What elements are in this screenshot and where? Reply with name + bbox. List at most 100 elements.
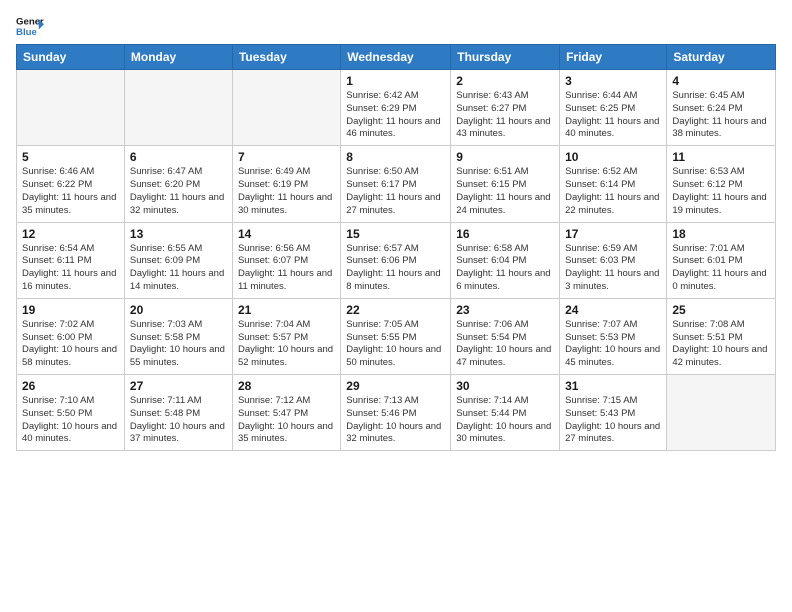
calendar-cell: 19 Sunrise: 7:02 AM Sunset: 6:00 PM Dayli… <box>17 298 125 374</box>
weekday-header-thursday: Thursday <box>451 45 560 70</box>
day-number: 30 <box>456 379 554 393</box>
calendar-cell <box>232 70 340 146</box>
day-number: 11 <box>672 150 770 164</box>
day-info: Sunrise: 6:54 AM Sunset: 6:11 PM Dayligh… <box>22 243 119 294</box>
calendar-cell: 21 Sunrise: 7:04 AM Sunset: 5:57 PM Dayli… <box>232 298 340 374</box>
calendar-cell: 4Sunrise: 6:45 AM Sunset: 6:24 PM Daylig… <box>667 70 776 146</box>
calendar-cell: 28 Sunrise: 7:12 AM Sunset: 5:47 PM Dayli… <box>232 375 340 451</box>
calendar-week-row: 1Sunrise: 6:42 AM Sunset: 6:29 PM Daylig… <box>17 70 776 146</box>
calendar-week-row: 5 Sunrise: 6:46 AM Sunset: 6:22 PM Daylig… <box>17 146 776 222</box>
day-number: 29 <box>346 379 445 393</box>
calendar-cell: 16 Sunrise: 6:58 AM Sunset: 6:04 PM Dayli… <box>451 222 560 298</box>
weekday-header-wednesday: Wednesday <box>341 45 451 70</box>
day-number: 16 <box>456 227 554 241</box>
day-info: Sunrise: 7:10 AM Sunset: 5:50 PM Dayligh… <box>22 395 119 446</box>
calendar-cell: 26 Sunrise: 7:10 AM Sunset: 5:50 PM Dayli… <box>17 375 125 451</box>
day-info: Sunrise: 6:47 AM Sunset: 6:20 PM Dayligh… <box>130 166 227 217</box>
day-number: 19 <box>22 303 119 317</box>
day-info: Sunrise: 7:01 AM Sunset: 6:01 PM Dayligh… <box>672 243 770 294</box>
day-info: Sunrise: 7:04 AM Sunset: 5:57 PM Dayligh… <box>238 319 335 370</box>
day-info: Sunrise: 7:15 AM Sunset: 5:43 PM Dayligh… <box>565 395 661 446</box>
calendar-cell: 29 Sunrise: 7:13 AM Sunset: 5:46 PM Dayli… <box>341 375 451 451</box>
day-info: Sunrise: 6:49 AM Sunset: 6:19 PM Dayligh… <box>238 166 335 217</box>
day-number: 22 <box>346 303 445 317</box>
calendar-cell: 30 Sunrise: 7:14 AM Sunset: 5:44 PM Dayli… <box>451 375 560 451</box>
day-number: 4 <box>672 74 770 88</box>
weekday-header-row: SundayMondayTuesdayWednesdayThursdayFrid… <box>17 45 776 70</box>
calendar-cell: 12 Sunrise: 6:54 AM Sunset: 6:11 PM Dayli… <box>17 222 125 298</box>
calendar-cell: 24 Sunrise: 7:07 AM Sunset: 5:53 PM Dayli… <box>560 298 667 374</box>
day-number: 28 <box>238 379 335 393</box>
calendar-cell: 13Sunrise: 6:55 AM Sunset: 6:09 PM Dayli… <box>124 222 232 298</box>
day-info: Sunrise: 7:14 AM Sunset: 5:44 PM Dayligh… <box>456 395 554 446</box>
calendar-cell: 23 Sunrise: 7:06 AM Sunset: 5:54 PM Dayli… <box>451 298 560 374</box>
day-info: Sunrise: 7:03 AM Sunset: 5:58 PM Dayligh… <box>130 319 227 370</box>
day-number: 5 <box>22 150 119 164</box>
day-number: 2 <box>456 74 554 88</box>
day-number: 13 <box>130 227 227 241</box>
day-number: 21 <box>238 303 335 317</box>
page-container: General Blue SundayMondayTuesdayWednesda… <box>0 0 792 459</box>
calendar-cell: 8 Sunrise: 6:50 AM Sunset: 6:17 PM Daylig… <box>341 146 451 222</box>
day-number: 6 <box>130 150 227 164</box>
calendar-week-row: 26 Sunrise: 7:10 AM Sunset: 5:50 PM Dayli… <box>17 375 776 451</box>
calendar-cell <box>667 375 776 451</box>
day-number: 25 <box>672 303 770 317</box>
day-info: Sunrise: 6:46 AM Sunset: 6:22 PM Dayligh… <box>22 166 119 217</box>
calendar-table: SundayMondayTuesdayWednesdayThursdayFrid… <box>16 44 776 451</box>
day-number: 8 <box>346 150 445 164</box>
day-info: Sunrise: 6:50 AM Sunset: 6:17 PM Dayligh… <box>346 166 445 217</box>
day-info: Sunrise: 6:52 AM Sunset: 6:14 PM Dayligh… <box>565 166 661 217</box>
day-info: Sunrise: 6:58 AM Sunset: 6:04 PM Dayligh… <box>456 243 554 294</box>
day-info: Sunrise: 7:07 AM Sunset: 5:53 PM Dayligh… <box>565 319 661 370</box>
calendar-week-row: 12 Sunrise: 6:54 AM Sunset: 6:11 PM Dayli… <box>17 222 776 298</box>
day-number: 9 <box>456 150 554 164</box>
day-info: Sunrise: 6:42 AM Sunset: 6:29 PM Dayligh… <box>346 90 445 141</box>
day-info: Sunrise: 6:56 AM Sunset: 6:07 PM Dayligh… <box>238 243 335 294</box>
calendar-cell: 2 Sunrise: 6:43 AM Sunset: 6:27 PM Daylig… <box>451 70 560 146</box>
day-number: 18 <box>672 227 770 241</box>
day-number: 20 <box>130 303 227 317</box>
day-number: 15 <box>346 227 445 241</box>
logo: General Blue <box>16 12 44 40</box>
calendar-cell: 5 Sunrise: 6:46 AM Sunset: 6:22 PM Daylig… <box>17 146 125 222</box>
day-number: 26 <box>22 379 119 393</box>
calendar-cell: 22 Sunrise: 7:05 AM Sunset: 5:55 PM Dayli… <box>341 298 451 374</box>
calendar-cell: 7Sunrise: 6:49 AM Sunset: 6:19 PM Daylig… <box>232 146 340 222</box>
calendar-cell: 6 Sunrise: 6:47 AM Sunset: 6:20 PM Daylig… <box>124 146 232 222</box>
weekday-header-monday: Monday <box>124 45 232 70</box>
day-info: Sunrise: 7:02 AM Sunset: 6:00 PM Dayligh… <box>22 319 119 370</box>
svg-text:Blue: Blue <box>16 27 37 38</box>
header: General Blue <box>16 12 776 40</box>
day-number: 24 <box>565 303 661 317</box>
day-info: Sunrise: 6:43 AM Sunset: 6:27 PM Dayligh… <box>456 90 554 141</box>
day-number: 31 <box>565 379 661 393</box>
day-number: 14 <box>238 227 335 241</box>
day-info: Sunrise: 7:13 AM Sunset: 5:46 PM Dayligh… <box>346 395 445 446</box>
day-number: 10 <box>565 150 661 164</box>
calendar-cell: 3Sunrise: 6:44 AM Sunset: 6:25 PM Daylig… <box>560 70 667 146</box>
day-info: Sunrise: 7:11 AM Sunset: 5:48 PM Dayligh… <box>130 395 227 446</box>
day-number: 3 <box>565 74 661 88</box>
weekday-header-sunday: Sunday <box>17 45 125 70</box>
day-info: Sunrise: 7:05 AM Sunset: 5:55 PM Dayligh… <box>346 319 445 370</box>
day-info: Sunrise: 6:57 AM Sunset: 6:06 PM Dayligh… <box>346 243 445 294</box>
day-info: Sunrise: 6:51 AM Sunset: 6:15 PM Dayligh… <box>456 166 554 217</box>
calendar-week-row: 19 Sunrise: 7:02 AM Sunset: 6:00 PM Dayli… <box>17 298 776 374</box>
day-number: 12 <box>22 227 119 241</box>
day-info: Sunrise: 7:06 AM Sunset: 5:54 PM Dayligh… <box>456 319 554 370</box>
calendar-cell: 25Sunrise: 7:08 AM Sunset: 5:51 PM Dayli… <box>667 298 776 374</box>
calendar-cell: 10 Sunrise: 6:52 AM Sunset: 6:14 PM Dayli… <box>560 146 667 222</box>
day-info: Sunrise: 7:12 AM Sunset: 5:47 PM Dayligh… <box>238 395 335 446</box>
calendar-cell: 15 Sunrise: 6:57 AM Sunset: 6:06 PM Dayli… <box>341 222 451 298</box>
day-number: 23 <box>456 303 554 317</box>
day-info: Sunrise: 6:53 AM Sunset: 6:12 PM Dayligh… <box>672 166 770 217</box>
calendar-cell <box>17 70 125 146</box>
logo-icon: General Blue <box>16 12 44 40</box>
calendar-cell: 11 Sunrise: 6:53 AM Sunset: 6:12 PM Dayli… <box>667 146 776 222</box>
calendar-cell: 27Sunrise: 7:11 AM Sunset: 5:48 PM Dayli… <box>124 375 232 451</box>
calendar-cell: 1Sunrise: 6:42 AM Sunset: 6:29 PM Daylig… <box>341 70 451 146</box>
calendar-cell: 9 Sunrise: 6:51 AM Sunset: 6:15 PM Daylig… <box>451 146 560 222</box>
calendar-cell <box>124 70 232 146</box>
day-info: Sunrise: 6:59 AM Sunset: 6:03 PM Dayligh… <box>565 243 661 294</box>
